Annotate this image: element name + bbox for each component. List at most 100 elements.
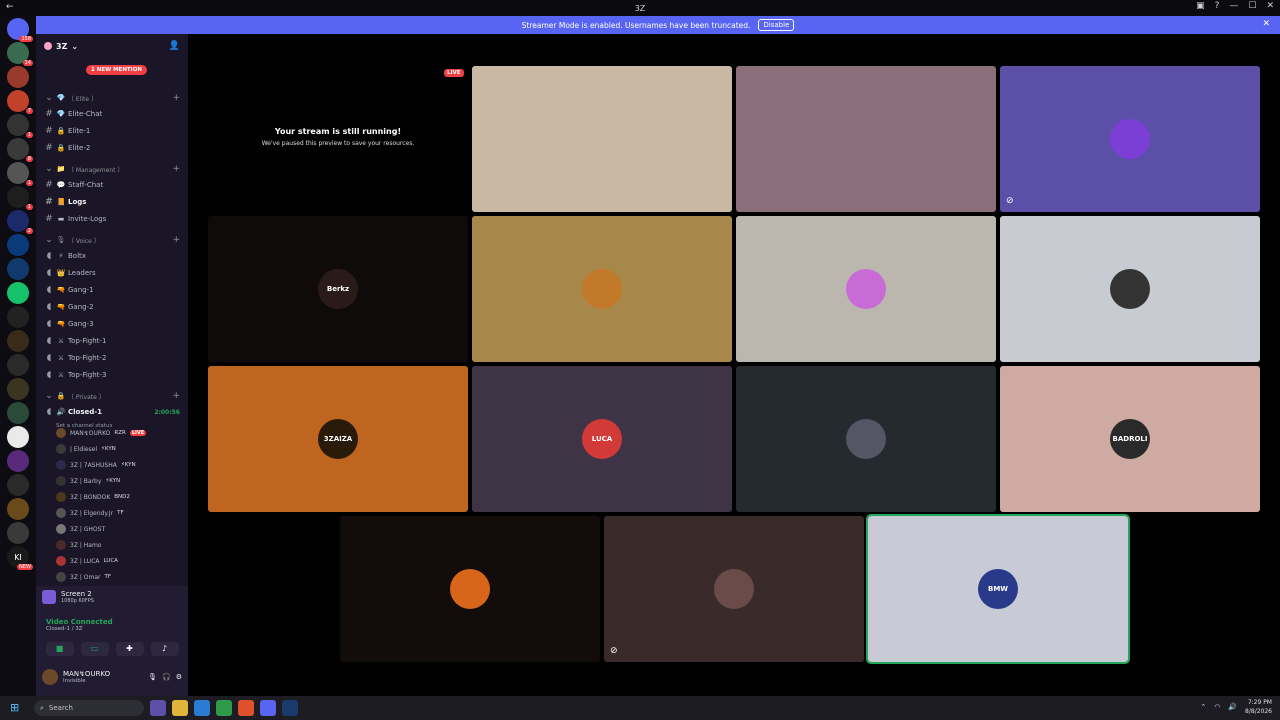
screen-share-button[interactable]: ▭	[80, 642, 109, 656]
text-channel[interactable]: # 💎 Elite-Chat	[36, 106, 188, 122]
windows-start-icon[interactable]: ⊞	[10, 701, 24, 715]
chrome-icon[interactable]	[216, 700, 232, 716]
add-channel-icon[interactable]: +	[172, 391, 180, 401]
voice-user[interactable]: 3Z | 7ASHUSHA ⚡KYN	[56, 457, 186, 473]
video-tile[interactable]	[736, 366, 996, 512]
video-tile[interactable]: LUCA	[472, 366, 732, 512]
server-icon[interactable]	[7, 498, 29, 520]
text-channel[interactable]: # ▬ Invite-Logs	[36, 211, 188, 227]
text-channel[interactable]: # 🔒 Elite-2	[36, 140, 188, 156]
video-tile[interactable]	[472, 216, 732, 362]
text-channel[interactable]: # 🔒 Elite-1	[36, 123, 188, 139]
voice-user[interactable]: 3Z | Barby ⚡KYN	[56, 473, 186, 489]
video-tile[interactable]: Berkz	[208, 216, 468, 362]
brave-icon[interactable]	[238, 700, 254, 716]
server-icon[interactable]: 2	[7, 210, 33, 234]
volume-icon[interactable]: 🔊	[1228, 703, 1237, 711]
taskbar-search[interactable]: ⌕ Search	[34, 700, 144, 716]
video-tile[interactable]	[736, 216, 996, 362]
server-icon[interactable]	[7, 66, 29, 88]
voice-user[interactable]: MAN↯OURKO RZR LIVE	[56, 425, 186, 441]
voice-connection[interactable]: Video Connected Closed-1 / 3Z	[46, 618, 113, 632]
new-mention-badge[interactable]: 1 NEW MENTION	[86, 65, 147, 75]
disable-button[interactable]: Disable	[758, 19, 795, 31]
voice-channel[interactable]: ◖ 🔫 Gang-1	[36, 282, 188, 298]
video-tile[interactable]	[472, 66, 732, 212]
add-channel-icon[interactable]: +	[172, 93, 180, 103]
video-tile[interactable]	[1000, 216, 1260, 362]
video-tile[interactable]: BMW	[866, 514, 1130, 664]
wifi-icon[interactable]: ◠	[1214, 703, 1220, 711]
video-tile[interactable]	[736, 66, 996, 212]
camera-button[interactable]: ■	[45, 642, 74, 656]
server-icon[interactable]: 7	[7, 90, 33, 114]
voice-channel[interactable]: ◖ ⚔ Top-Fight-3	[36, 367, 188, 383]
voice-user[interactable]: 3Z | GHOST	[56, 521, 186, 537]
server-icon[interactable]	[7, 282, 29, 304]
server-icon[interactable]	[7, 522, 29, 544]
voice-channel[interactable]: ◖ 👑 Leaders	[36, 265, 188, 281]
voice-user[interactable]: 3Z | Hamo	[56, 537, 186, 553]
server-icon[interactable]	[7, 234, 29, 256]
video-tile[interactable]: ⊘	[1000, 66, 1260, 212]
steam-icon[interactable]	[282, 700, 298, 716]
video-tile[interactable]	[340, 516, 600, 662]
server-icon[interactable]	[7, 474, 29, 496]
voice-user[interactable]: | Eldiesel ⚡KYN	[56, 441, 186, 457]
add-member-icon[interactable]: 👤	[169, 41, 180, 51]
server-icon[interactable]: 8	[7, 138, 33, 162]
taskview-icon[interactable]	[150, 700, 166, 716]
voice-user[interactable]: 3Z | Elgendy.Jr TF	[56, 505, 186, 521]
voice-user[interactable]: 3Z | LUCA LUCA	[56, 553, 186, 569]
add-channel-icon[interactable]: +	[172, 164, 180, 174]
discord-icon[interactable]	[260, 700, 276, 716]
user-panel[interactable]: MAN↯OURKO Invisible 🎙 🎧 ⚙	[42, 666, 182, 688]
voice-channel[interactable]: ◖ ⚡ Boltx	[36, 248, 188, 264]
file-explorer-icon[interactable]	[172, 700, 188, 716]
inbox-icon[interactable]: ▣	[1196, 1, 1205, 11]
server-icon[interactable]	[7, 450, 29, 472]
activities-button[interactable]: ✚	[115, 642, 144, 656]
close-window-icon[interactable]: ✕	[1266, 1, 1274, 11]
banner-close-icon[interactable]: ✕	[1262, 19, 1270, 29]
help-icon[interactable]: ?	[1215, 1, 1220, 11]
server-icon[interactable]	[7, 306, 29, 328]
voice-channel[interactable]: ◖ 🔫 Gang-2	[36, 299, 188, 315]
minimize-icon[interactable]: —	[1229, 1, 1238, 11]
voice-user[interactable]: 3Z | BONDOK BND2	[56, 489, 186, 505]
server-icon[interactable]: 14	[7, 42, 33, 66]
text-channel[interactable]: # 💬 Staff-Chat	[36, 177, 188, 193]
text-channel[interactable]: # 📙 Logs	[36, 194, 188, 210]
server-icon[interactable]	[7, 378, 29, 400]
server-icon[interactable]: 1	[7, 162, 33, 186]
headphones-icon[interactable]: 🎧	[162, 673, 171, 681]
server-icon[interactable]: 1	[7, 114, 33, 138]
channel-category[interactable]: ⌄ 📁 〔 Management 〕 +	[36, 161, 188, 177]
video-tile[interactable]: 3ZAIZA	[208, 366, 468, 512]
server-icon[interactable]: KI NEW	[7, 546, 33, 570]
server-icon[interactable]	[7, 402, 29, 424]
video-tile[interactable]: ⊘	[604, 516, 864, 662]
edge-icon[interactable]	[194, 700, 210, 716]
voice-channel[interactable]: ◖ ⚔ Top-Fight-1	[36, 333, 188, 349]
voice-channel[interactable]: ◖ ⚔ Top-Fight-2	[36, 350, 188, 366]
maximize-icon[interactable]: ☐	[1248, 1, 1256, 11]
server-icon[interactable]	[7, 354, 29, 376]
screen-share-item[interactable]: Screen 2 1080p 60FPS	[42, 590, 94, 604]
server-icon[interactable]	[7, 258, 29, 280]
server-icon[interactable]	[7, 426, 29, 448]
server-icon[interactable]: 158	[7, 18, 33, 42]
mic-icon[interactable]: 🎙	[148, 673, 157, 681]
server-header[interactable]: 3Z ⌄ 👤	[36, 34, 188, 58]
soundboard-button[interactable]: ♪	[150, 642, 179, 656]
channel-category[interactable]: ⌄ 💎 〔 Elite 〕 +	[36, 90, 188, 106]
voice-channel[interactable]: ◖ 🔫 Gang-3	[36, 316, 188, 332]
voice-user[interactable]: 3Z | Omar TF	[56, 569, 186, 585]
server-icon[interactable]	[7, 330, 29, 352]
clock[interactable]: 7:29 PM 8/8/2026	[1245, 698, 1272, 716]
add-channel-icon[interactable]: +	[172, 235, 180, 245]
gear-icon[interactable]: ⚙	[176, 673, 182, 681]
server-icon[interactable]: 1	[7, 186, 33, 210]
back-arrow-icon[interactable]: ←	[6, 2, 14, 12]
tray-arrow-icon[interactable]: ⌃	[1200, 703, 1206, 711]
